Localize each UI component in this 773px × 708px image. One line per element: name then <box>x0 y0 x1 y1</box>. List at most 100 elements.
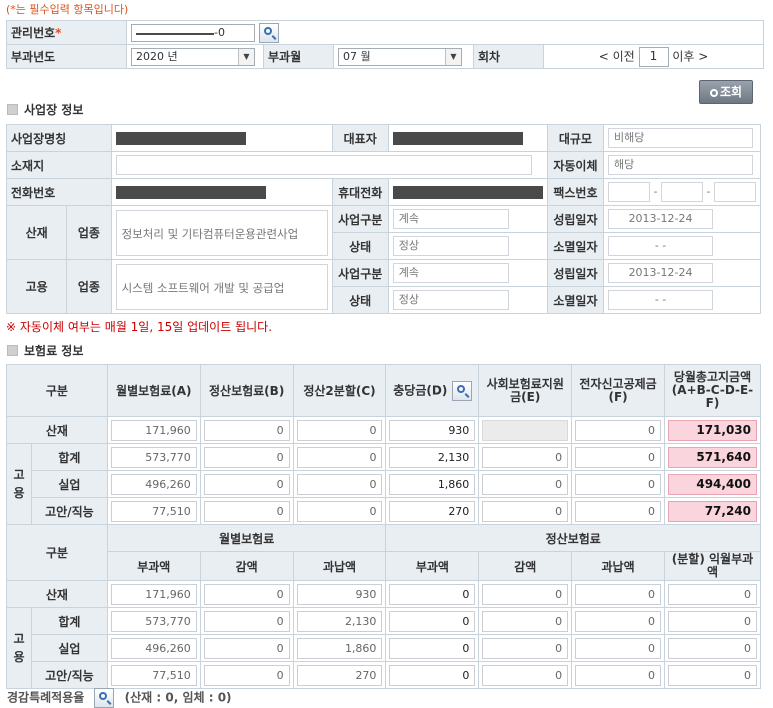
cell-a: 171,960 <box>110 419 197 441</box>
cell-a: 77,510 <box>110 500 197 522</box>
row2-total-label: 합계 <box>30 607 108 635</box>
insurance-table: 구분 월별보험료(A) 정산보험료(B) 정산2분할(C) 충당금(D) 사회보… <box>6 364 762 689</box>
size-label: 대규모 <box>546 124 605 152</box>
cell-s-red: 0 <box>482 664 569 686</box>
cell-s-red: 0 <box>482 583 569 605</box>
cell-f: 0 <box>575 446 661 468</box>
prev-button[interactable]: < 이전 <box>599 49 635 63</box>
goyong-industry-value: 시스템 소프트웨어 개발 및 공급업 <box>115 263 328 310</box>
cell-b: 0 <box>203 419 290 441</box>
cell-s-levy: 0 <box>389 664 476 686</box>
cell-m-red: 0 <box>203 664 290 686</box>
cell-e <box>482 419 569 441</box>
cell-m-over: 270 <box>296 664 383 686</box>
sanjae-status-label: 상태 <box>331 232 389 260</box>
name-value <box>115 132 246 145</box>
goyong-status-label: 상태 <box>331 286 389 314</box>
mobile-value <box>392 186 543 199</box>
cell-s-red: 0 <box>482 637 569 659</box>
fax-part1 <box>608 182 651 202</box>
mgmt-no-input[interactable]: -0 <box>131 23 255 42</box>
chevron-down-icon: ▼ <box>238 48 254 65</box>
cell-m-over: 930 <box>296 583 383 605</box>
sanjae-est-date-label: 성립일자 <box>546 205 605 233</box>
sanjae-industry-value: 정보처리 및 기타컴퓨터운용관련사업 <box>115 209 328 256</box>
cell-s-over: 0 <box>575 637 661 659</box>
rep-label: 대표자 <box>331 124 389 152</box>
col-settle: 정산보험료(B) <box>199 364 294 417</box>
col-s-overpay: 과납액 <box>571 551 665 581</box>
chevron-down-icon: ▼ <box>445 48 461 65</box>
sanjae-label: 산재 <box>5 205 68 260</box>
col-category: 구분 <box>6 364 108 417</box>
cell-c: 0 <box>296 446 383 468</box>
cell-e: 0 <box>482 500 569 522</box>
cell-s-levy: 0 <box>389 637 476 659</box>
cell-d: 2,130 <box>389 446 476 468</box>
cell-m-levy: 171,960 <box>110 583 197 605</box>
cell-c: 0 <box>296 500 383 522</box>
autopay-value: 해당 <box>608 155 754 175</box>
phone-label: 전화번호 <box>6 178 112 206</box>
row2-unemp-label: 실업 <box>30 634 108 662</box>
mgmt-no-search-icon[interactable] <box>258 22 279 43</box>
autopay-label: 자동이체 <box>546 151 605 179</box>
cell-m-red: 0 <box>203 637 290 659</box>
col-monthly: 월별보험료(A) <box>106 364 201 417</box>
month-select[interactable]: 07 월 ▼ <box>338 47 462 66</box>
goyong-biz-type-label: 사업구분 <box>331 259 389 287</box>
col-s-levy: 부과액 <box>385 551 480 581</box>
sanjae-ext-date-value: - - <box>608 236 714 256</box>
cell-d: 930 <box>389 419 476 441</box>
cell-s-over: 0 <box>575 610 661 632</box>
cell-s-red: 0 <box>482 610 569 632</box>
row-sanjae-label: 산재 <box>6 416 108 444</box>
search-button[interactable]: 조회 <box>699 80 753 104</box>
insurance-section-title: 보험료 정보 <box>7 342 83 359</box>
sanjae-status-value: 정상 <box>392 236 509 256</box>
cell-e: 0 <box>482 473 569 495</box>
sanjae-ext-date-label: 소멸일자 <box>546 232 605 260</box>
row2-stab-label: 고안/직능 <box>30 661 108 689</box>
col-appropriation: 충당금(D) <box>385 364 480 417</box>
cell-a: 573,770 <box>110 446 197 468</box>
cell-c: 0 <box>296 473 383 495</box>
round-input[interactable]: 1 <box>638 46 669 67</box>
goyong-label: 고용 <box>5 259 68 314</box>
fax-label: 팩스번호 <box>546 178 605 206</box>
appropriation-search-icon[interactable] <box>451 380 472 401</box>
cell-s-levy: 0 <box>389 583 476 605</box>
fax-part3 <box>714 182 756 202</box>
year-select[interactable]: 2020 년 ▼ <box>131 47 255 66</box>
cell-b: 0 <box>203 473 290 495</box>
cell-m-red: 0 <box>203 583 290 605</box>
col-edeclare: 전자신고공제금(F) <box>571 364 665 417</box>
cell-m-red: 0 <box>203 610 290 632</box>
reduction-search-icon[interactable] <box>94 688 115 708</box>
month-label: 부과월 <box>263 44 334 69</box>
next-button[interactable]: 이후 > <box>672 49 708 63</box>
workplace-section-title: 사업장 정보 <box>7 101 83 118</box>
cell-total: 494,400 <box>667 473 757 495</box>
mobile-label: 휴대전화 <box>331 178 389 206</box>
size-value: 비해당 <box>608 128 754 148</box>
col-m-reduction: 감액 <box>199 551 294 581</box>
name-label: 사업장명칭 <box>6 124 112 152</box>
goyong-industry-label: 업종 <box>66 259 112 314</box>
cell-b: 0 <box>203 500 290 522</box>
cell-s-inst: 0 <box>667 583 757 605</box>
year-label: 부과년도 <box>6 44 127 69</box>
cell-total: 571,640 <box>667 446 757 468</box>
address-label: 소재지 <box>6 151 112 179</box>
rep-value <box>392 132 523 145</box>
col-installment: (분할) 익월부과액 <box>663 551 762 581</box>
phone-value <box>115 186 266 199</box>
col-category-2: 구분 <box>6 524 108 581</box>
cell-s-levy: 0 <box>389 610 476 632</box>
reduction-rate-detail: (산재 : 0, 임체 : 0) <box>124 690 232 705</box>
row-total-label: 합계 <box>30 443 108 471</box>
group-settle: 정산보험료 <box>385 524 761 552</box>
sanjae-est-date-value: 2013-12-24 <box>608 209 714 229</box>
search-icon <box>709 89 718 97</box>
sanjae-industry-label: 업종 <box>66 205 112 260</box>
